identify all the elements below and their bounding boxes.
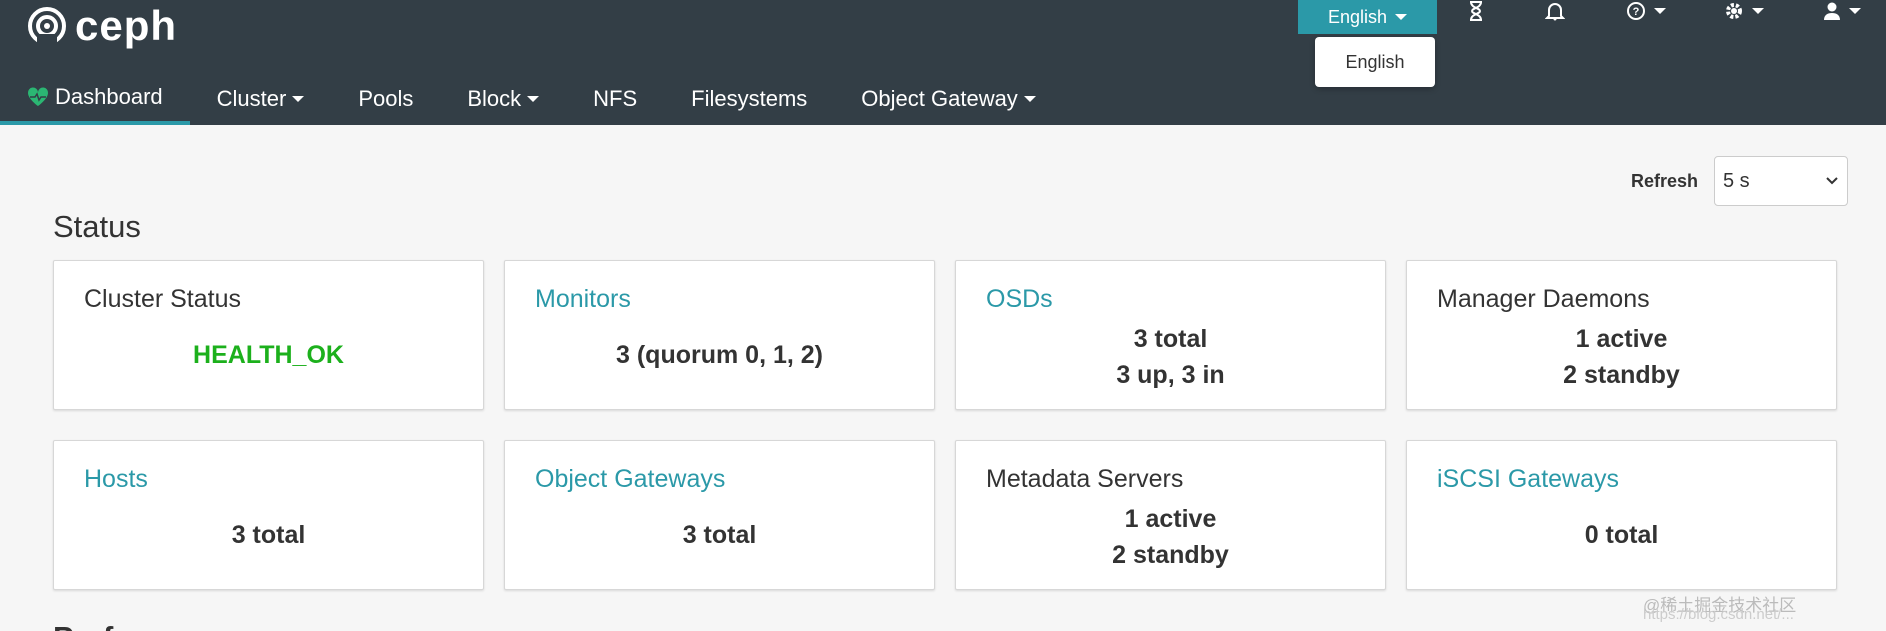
main-nav: Dashboard Cluster Pools Block NFS Filesy… — [0, 72, 1063, 125]
nav-item-label: Filesystems — [691, 85, 808, 111]
card-iscsi-gateways: iSCSI Gateways 0 total — [1406, 440, 1837, 590]
card-osds: OSDs 3 total 3 up, 3 in — [955, 260, 1386, 410]
card-value-line: 3 up, 3 in — [1116, 361, 1225, 389]
heartbeat-icon — [27, 86, 49, 106]
chevron-down-icon — [1023, 95, 1036, 102]
card-title-link[interactable]: Hosts — [84, 465, 148, 494]
settings-menu-button[interactable] — [1724, 0, 1764, 22]
card-value: 3 total — [231, 521, 306, 549]
card-title: Metadata Servers — [986, 465, 1184, 493]
card-metadata-servers: Metadata Servers 1 active 2 standby — [955, 440, 1386, 590]
user-menu-button[interactable] — [1823, 0, 1861, 22]
card-value: 3 total — [682, 521, 757, 549]
card-value-line: 1 active — [1124, 505, 1217, 533]
card-manager-daemons: Manager Daemons 1 active 2 standby — [1406, 260, 1837, 410]
refresh-interval-select[interactable]: 5 s — [1714, 156, 1848, 206]
nav-item-dashboard[interactable]: Dashboard — [0, 72, 190, 125]
nav-item-block[interactable]: Block — [440, 72, 566, 125]
nav-item-nfs[interactable]: NFS — [566, 72, 664, 125]
nav-item-filesystems[interactable]: Filesystems — [664, 72, 834, 125]
top-navbar: ceph English English ? Dashboard Cluster… — [0, 0, 1886, 125]
chevron-down-icon — [1395, 14, 1408, 20]
ceph-logo-icon — [28, 7, 66, 46]
card-value-line: 2 standby — [1112, 541, 1229, 569]
nav-item-label: NFS — [593, 85, 638, 111]
chevron-down-icon — [1826, 177, 1838, 185]
card-title: Manager Daemons — [1437, 285, 1650, 313]
background-tasks-button[interactable] — [1467, 0, 1485, 22]
chevron-down-icon — [1654, 8, 1666, 14]
language-option-english[interactable]: English — [1345, 52, 1404, 73]
watermark-url: https://blog.csdn.net/... — [1643, 606, 1794, 623]
card-value-line: 3 total — [1133, 325, 1208, 353]
nav-item-label: Pools — [358, 85, 414, 111]
refresh-interval-value: 5 s — [1723, 169, 1750, 192]
nav-item-label: Cluster — [216, 85, 287, 111]
help-icon: ? — [1627, 2, 1645, 20]
card-value: 3 (quorum 0, 1, 2) — [616, 341, 823, 369]
card-title-link[interactable]: Object Gateways — [535, 465, 725, 494]
card-value-line: 1 active — [1575, 325, 1668, 353]
chevron-down-icon — [527, 95, 540, 102]
chevron-down-icon — [1849, 8, 1861, 14]
gear-icon — [1726, 3, 1742, 19]
status-section-title: Status — [53, 209, 141, 244]
language-button-label: English — [1327, 6, 1388, 27]
card-object-gateways: Object Gateways 3 total — [504, 440, 935, 590]
card-value: 1 active 2 standby — [956, 501, 1385, 573]
refresh-label: Refresh — [1631, 171, 1699, 191]
language-dropdown-menu: English — [1315, 37, 1435, 87]
language-dropdown-button[interactable]: English — [1298, 0, 1437, 34]
health-status: HEALTH_OK — [193, 341, 344, 369]
card-title-link[interactable]: Monitors — [535, 285, 631, 314]
card-value: 0 total — [1584, 521, 1659, 549]
hourglass-icon — [1470, 1, 1482, 21]
nav-item-object-gateway[interactable]: Object Gateway — [834, 72, 1063, 125]
card-title-link[interactable]: OSDs — [986, 285, 1053, 314]
bell-icon — [1545, 3, 1565, 21]
ceph-logo[interactable]: ceph — [27, 4, 177, 48]
card-hosts: Hosts 3 total — [53, 440, 484, 590]
brand-name: ceph — [75, 2, 178, 49]
nav-item-label: Dashboard — [55, 83, 163, 109]
chevron-down-icon — [292, 95, 305, 102]
notifications-button[interactable] — [1545, 0, 1565, 22]
performance-section-title: Perf — [53, 620, 113, 631]
card-value-line: 2 standby — [1563, 361, 1680, 389]
chevron-down-icon — [1752, 8, 1764, 14]
card-title: Cluster Status — [84, 285, 242, 313]
nav-item-pools[interactable]: Pools — [331, 72, 440, 125]
svg-text:?: ? — [1633, 6, 1640, 18]
nav-item-label: Object Gateway — [861, 85, 1018, 111]
card-cluster-status: Cluster Status HEALTH_OK — [53, 260, 484, 410]
card-title-link[interactable]: iSCSI Gateways — [1437, 465, 1619, 494]
card-value: 3 total 3 up, 3 in — [956, 321, 1385, 393]
user-icon — [1824, 2, 1840, 20]
nav-item-label: Block — [467, 85, 522, 111]
card-monitors: Monitors 3 (quorum 0, 1, 2) — [504, 260, 935, 410]
nav-item-cluster[interactable]: Cluster — [190, 72, 332, 125]
card-value: 1 active 2 standby — [1407, 321, 1836, 393]
help-menu-button[interactable]: ? — [1626, 0, 1666, 22]
